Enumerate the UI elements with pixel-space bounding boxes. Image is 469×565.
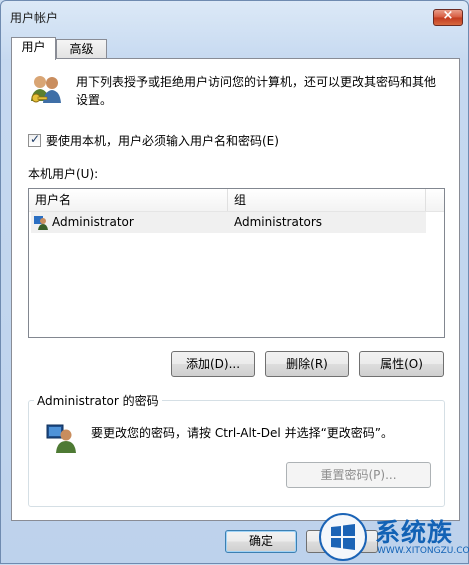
user-icon: [34, 216, 48, 230]
user-monitor-icon: [46, 424, 76, 453]
watermark: 系统族 WWW.XITONGZU.COM: [319, 509, 469, 565]
watermark-text: 系统族: [375, 518, 454, 547]
add-user-button[interactable]: 添加(D)...: [171, 351, 255, 377]
password-group-title: Administrator 的密码: [34, 392, 162, 409]
tab-panel-users: 用下列表授予或拒绝用户访问您的计算机，还可以更改其密码和其他设置。 ✓ 要使用本…: [11, 58, 460, 521]
window-title: 用户帐户: [10, 11, 59, 25]
users-key-icon: [31, 76, 61, 103]
windows-logo-icon: [319, 513, 367, 561]
tab-advanced[interactable]: 高级: [56, 39, 107, 58]
close-button[interactable]: ×: [433, 8, 463, 26]
window-frame: 用户帐户 × 用户 高级 用下列表授予或拒绝用户访问您的计算机，还可以更改其密码…: [0, 0, 469, 564]
password-instructions: 要更改您的密码，请按 Ctrl-Alt-Del 并选择“更改密码”。: [91, 426, 394, 440]
password-groupbox: [28, 400, 445, 507]
title-bar[interactable]: 用户帐户 ×: [1, 1, 469, 31]
local-users-label: 本机用户(U):: [28, 167, 99, 181]
windows-flag-icon: [331, 524, 355, 550]
user-name-cell: Administrator: [52, 215, 134, 229]
list-header: 用户名 组: [29, 189, 444, 212]
tab-users[interactable]: 用户: [11, 37, 56, 60]
watermark-url: WWW.XITONGZU.COM: [377, 546, 469, 556]
require-login-label[interactable]: 要使用本机，用户必须输入用户名和密码(E): [46, 132, 279, 149]
properties-button[interactable]: 属性(O): [359, 351, 444, 377]
column-header-username[interactable]: 用户名: [29, 189, 228, 211]
column-header-group[interactable]: 组: [228, 189, 426, 211]
intro-text: 用下列表授予或拒绝用户访问您的计算机，还可以更改其密码和其他设置。: [76, 75, 437, 107]
ok-button[interactable]: 确定: [225, 530, 297, 553]
user-group-cell: Administrators: [234, 215, 323, 229]
checkmark-icon: ✓: [30, 132, 41, 146]
remove-user-button[interactable]: 删除(R): [265, 351, 349, 377]
close-icon: ×: [442, 8, 454, 23]
user-list[interactable]: 用户名 组 Administrator Administrators: [28, 188, 445, 338]
table-row[interactable]: Administrator Administrators: [31, 212, 426, 233]
require-login-checkbox[interactable]: ✓: [28, 132, 41, 147]
reset-password-button: 重置密码(P)...: [286, 462, 431, 488]
